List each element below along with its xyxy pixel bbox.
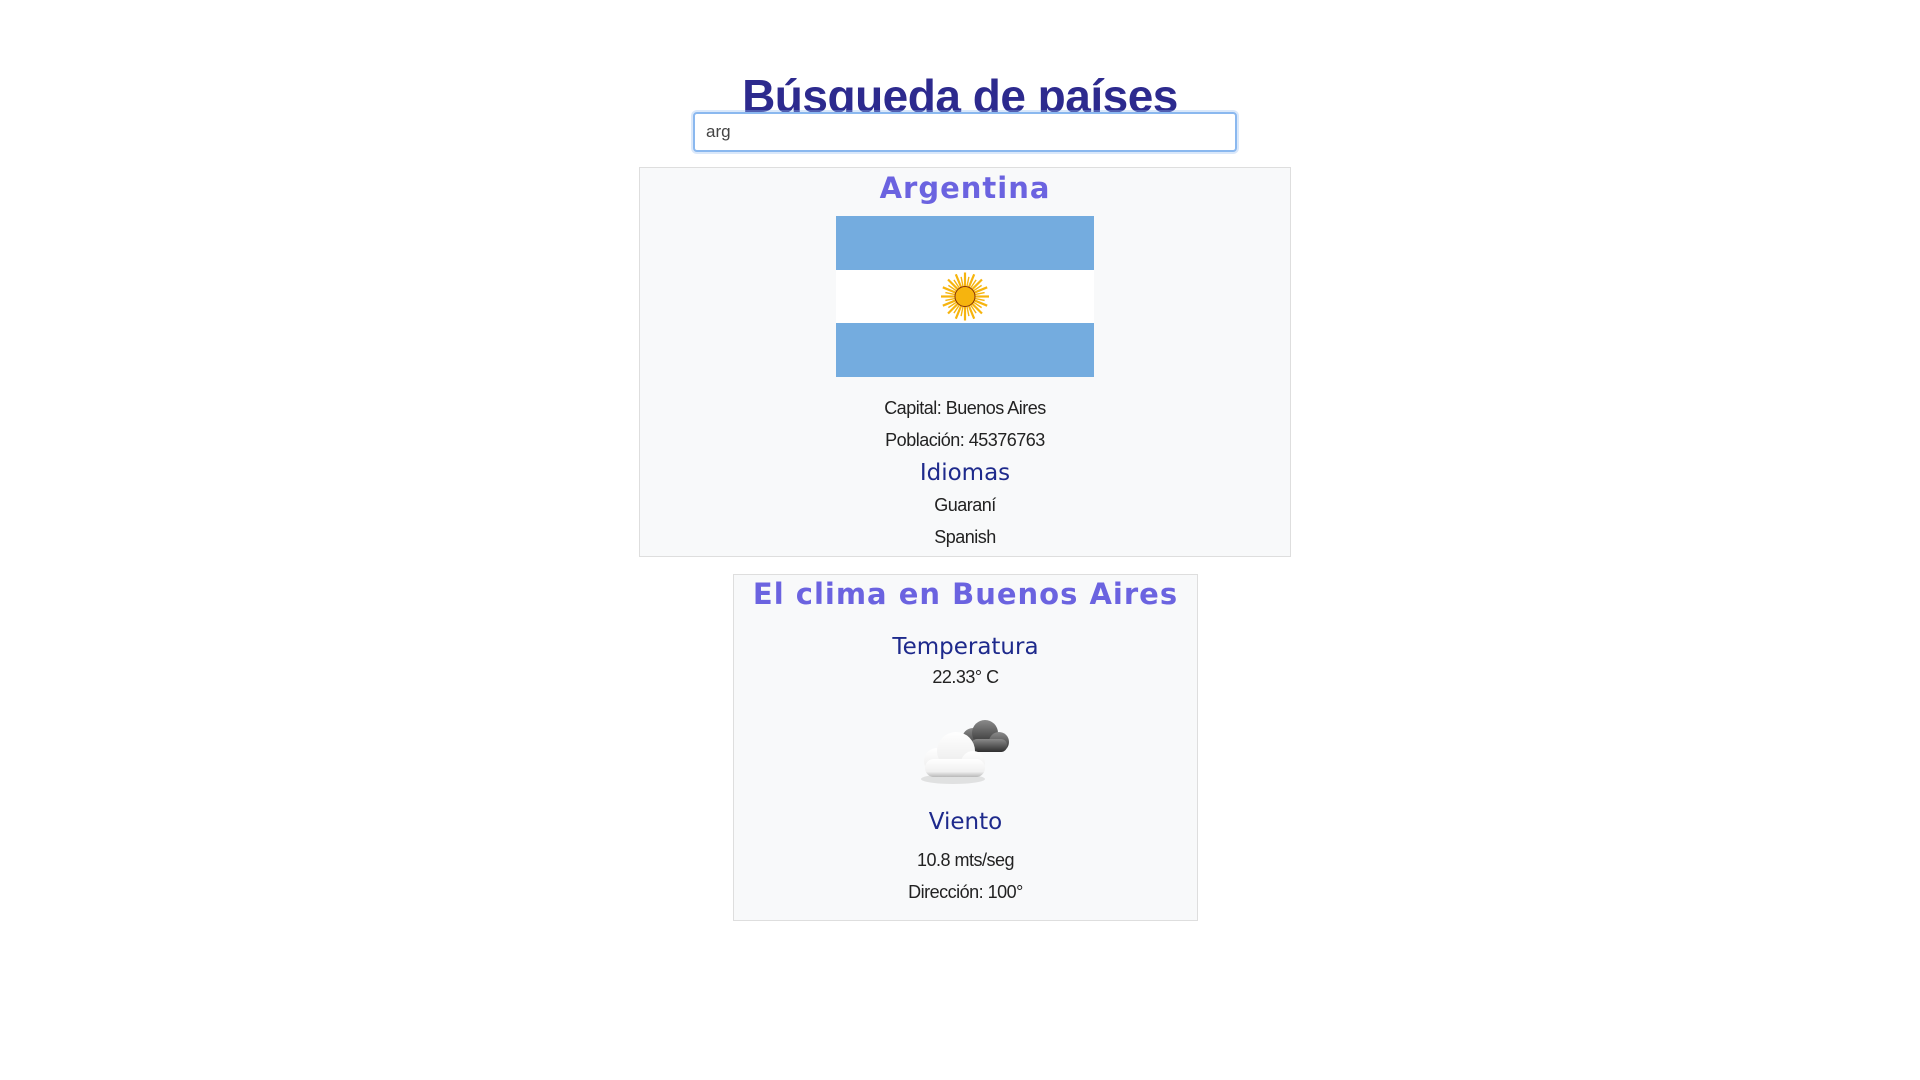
weather-card: El clima en Buenos Aires Temperatura 22.… — [733, 574, 1198, 921]
argentina-flag-icon — [836, 216, 1094, 377]
flag-image — [836, 216, 1094, 377]
country-card: Argentina Capital: Buenos Aires Població… — [639, 167, 1291, 557]
language-item: Guaraní — [934, 495, 996, 515]
search-input[interactable] — [693, 112, 1237, 152]
weather-heading: El clima en Buenos Aires — [752, 577, 1179, 611]
temperature-value: 22.33° C — [932, 667, 999, 687]
population-text: Población: 45376763 — [885, 430, 1045, 450]
country-name: Argentina — [879, 171, 1051, 205]
flag-bottom-stripe — [836, 323, 1094, 377]
page: Búsqueda de países Argentina Capital: Bu… — [0, 0, 1920, 1080]
wind-heading: Viento — [928, 809, 1003, 835]
sun-of-may-icon — [941, 272, 989, 321]
wind-speed-text: 10.8 mts/seg — [916, 850, 1015, 870]
languages-heading: Idiomas — [919, 460, 1011, 486]
cloud-icon — [911, 711, 1021, 791]
sun-face — [954, 286, 976, 307]
flag-top-stripe — [836, 216, 1094, 270]
capital-text: Capital: Buenos Aires — [884, 398, 1046, 418]
language-item: Spanish — [934, 527, 996, 547]
temperature-heading: Temperatura — [892, 634, 1039, 660]
wind-direction-text: Dirección: 100° — [908, 882, 1023, 902]
